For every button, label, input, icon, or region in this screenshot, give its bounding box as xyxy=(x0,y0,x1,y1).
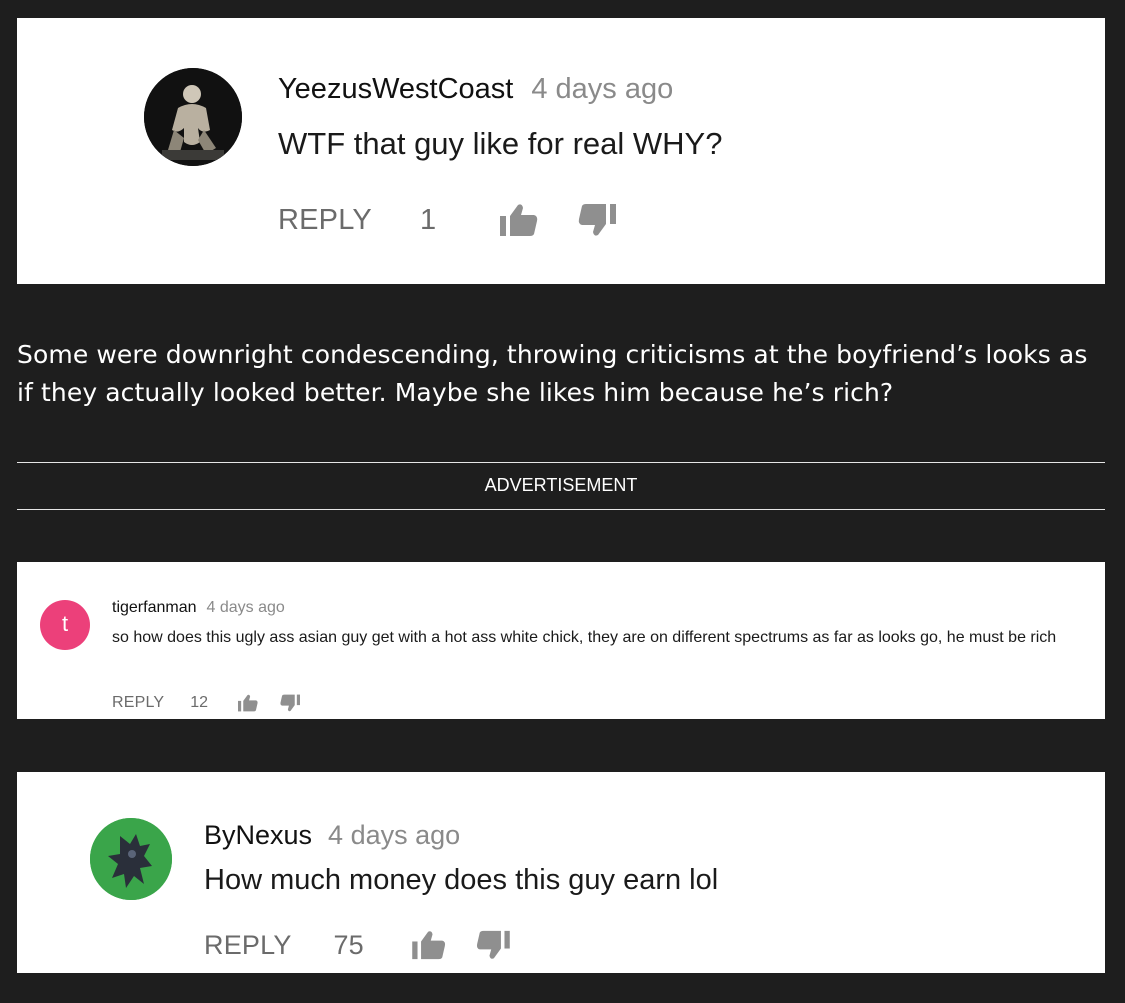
thumbs-up-icon[interactable] xyxy=(411,930,446,960)
cropped-row-fragment xyxy=(127,562,307,564)
comment-header: YeezusWestCoast 4 days ago xyxy=(278,73,673,106)
thumbs-down-icon[interactable] xyxy=(476,930,510,960)
comment-screenshot-2: t tigerfanman 4 days ago so how does this… xyxy=(17,562,1105,719)
comment-header: ByNexus 4 days ago xyxy=(204,820,460,851)
thumbs-up-icon[interactable] xyxy=(500,203,538,237)
comment-header: tigerfanman 4 days ago xyxy=(112,599,285,617)
article-paragraph: Some were downright condescending, throw… xyxy=(17,340,1088,407)
author-name[interactable]: ByNexus xyxy=(204,820,312,850)
comment-text: WTF that guy like for real WHY? xyxy=(278,126,723,161)
like-count: 12 xyxy=(190,694,209,711)
advertisement-label: ADVERTISEMENT xyxy=(17,462,1105,510)
avatar[interactable]: t xyxy=(40,600,90,650)
comment-actions: REPLY 75 xyxy=(204,928,510,962)
comment-actions: REPLY 12 xyxy=(112,692,301,714)
comment-screenshot-1: YeezusWestCoast 4 days ago WTF that guy l… xyxy=(17,18,1105,284)
like-count: 1 xyxy=(419,203,437,236)
avatar[interactable] xyxy=(144,68,242,166)
comment-text: so how does this ugly ass asian guy get … xyxy=(112,629,1057,646)
timestamp[interactable]: 4 days ago xyxy=(328,820,460,850)
comment-text: How much money does this guy earn lol xyxy=(204,864,719,896)
reply-button[interactable]: REPLY xyxy=(112,694,164,712)
reply-button[interactable]: REPLY xyxy=(204,930,292,961)
timestamp[interactable]: 4 days ago xyxy=(207,599,285,616)
timestamp[interactable]: 4 days ago xyxy=(531,73,673,105)
author-name[interactable]: tigerfanman xyxy=(112,599,197,616)
comment-screenshot-3: ByNexus 4 days ago How much money does th… xyxy=(17,772,1105,973)
author-name[interactable]: YeezusWestCoast xyxy=(278,73,513,105)
thumbs-down-icon[interactable] xyxy=(280,694,301,712)
avatar[interactable] xyxy=(90,818,172,900)
like-count: 75 xyxy=(333,929,364,960)
thumbs-up-icon[interactable] xyxy=(238,694,258,712)
reply-button[interactable]: REPLY xyxy=(278,204,372,237)
thumbs-down-icon[interactable] xyxy=(578,203,617,237)
comment-actions: REPLY 1 xyxy=(278,202,617,238)
